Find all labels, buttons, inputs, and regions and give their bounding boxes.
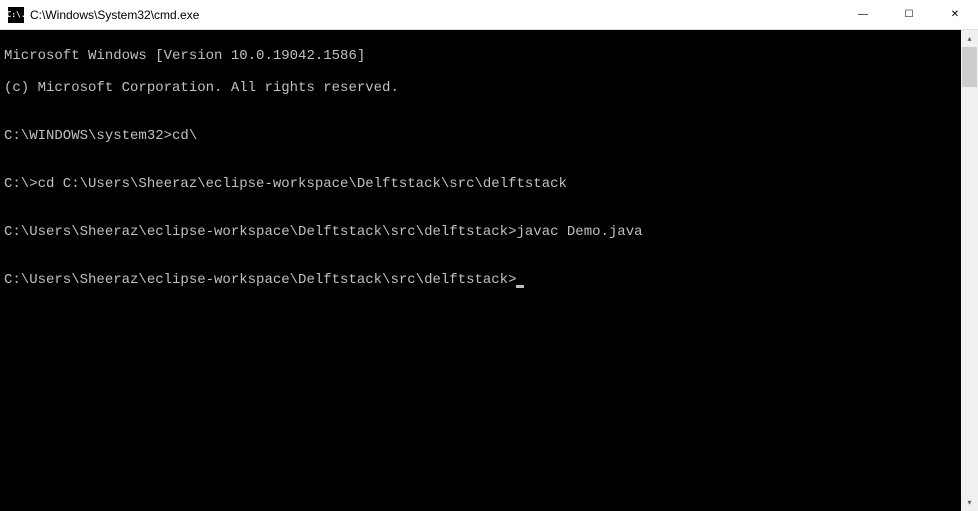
- maximize-button[interactable]: ☐: [886, 0, 932, 29]
- terminal-wrapper: Microsoft Windows [Version 10.0.19042.15…: [0, 30, 978, 511]
- terminal-line: (c) Microsoft Corporation. All rights re…: [4, 80, 957, 96]
- cmd-icon: C:\.: [8, 7, 24, 23]
- scrollbar-thumb[interactable]: [962, 47, 977, 87]
- terminal-line: C:\Users\Sheeraz\eclipse-workspace\Delft…: [4, 224, 957, 240]
- vertical-scrollbar[interactable]: ▴ ▾: [961, 30, 978, 511]
- terminal-prompt-line: C:\Users\Sheeraz\eclipse-workspace\Delft…: [4, 272, 957, 288]
- terminal-output[interactable]: Microsoft Windows [Version 10.0.19042.15…: [0, 30, 961, 511]
- close-button[interactable]: ✕: [932, 0, 978, 29]
- scroll-down-arrow-icon[interactable]: ▾: [961, 494, 978, 511]
- minimize-button[interactable]: —: [840, 0, 886, 29]
- terminal-line: C:\>cd C:\Users\Sheeraz\eclipse-workspac…: [4, 176, 957, 192]
- scroll-up-arrow-icon[interactable]: ▴: [961, 30, 978, 47]
- terminal-line: Microsoft Windows [Version 10.0.19042.15…: [4, 48, 957, 64]
- cursor-icon: [516, 285, 524, 288]
- window-controls: — ☐ ✕: [840, 0, 978, 29]
- terminal-line: C:\WINDOWS\system32>cd\: [4, 128, 957, 144]
- window-titlebar: C:\. C:\Windows\System32\cmd.exe — ☐ ✕: [0, 0, 978, 30]
- terminal-prompt-text: C:\Users\Sheeraz\eclipse-workspace\Delft…: [4, 272, 516, 288]
- window-title: C:\Windows\System32\cmd.exe: [30, 8, 840, 22]
